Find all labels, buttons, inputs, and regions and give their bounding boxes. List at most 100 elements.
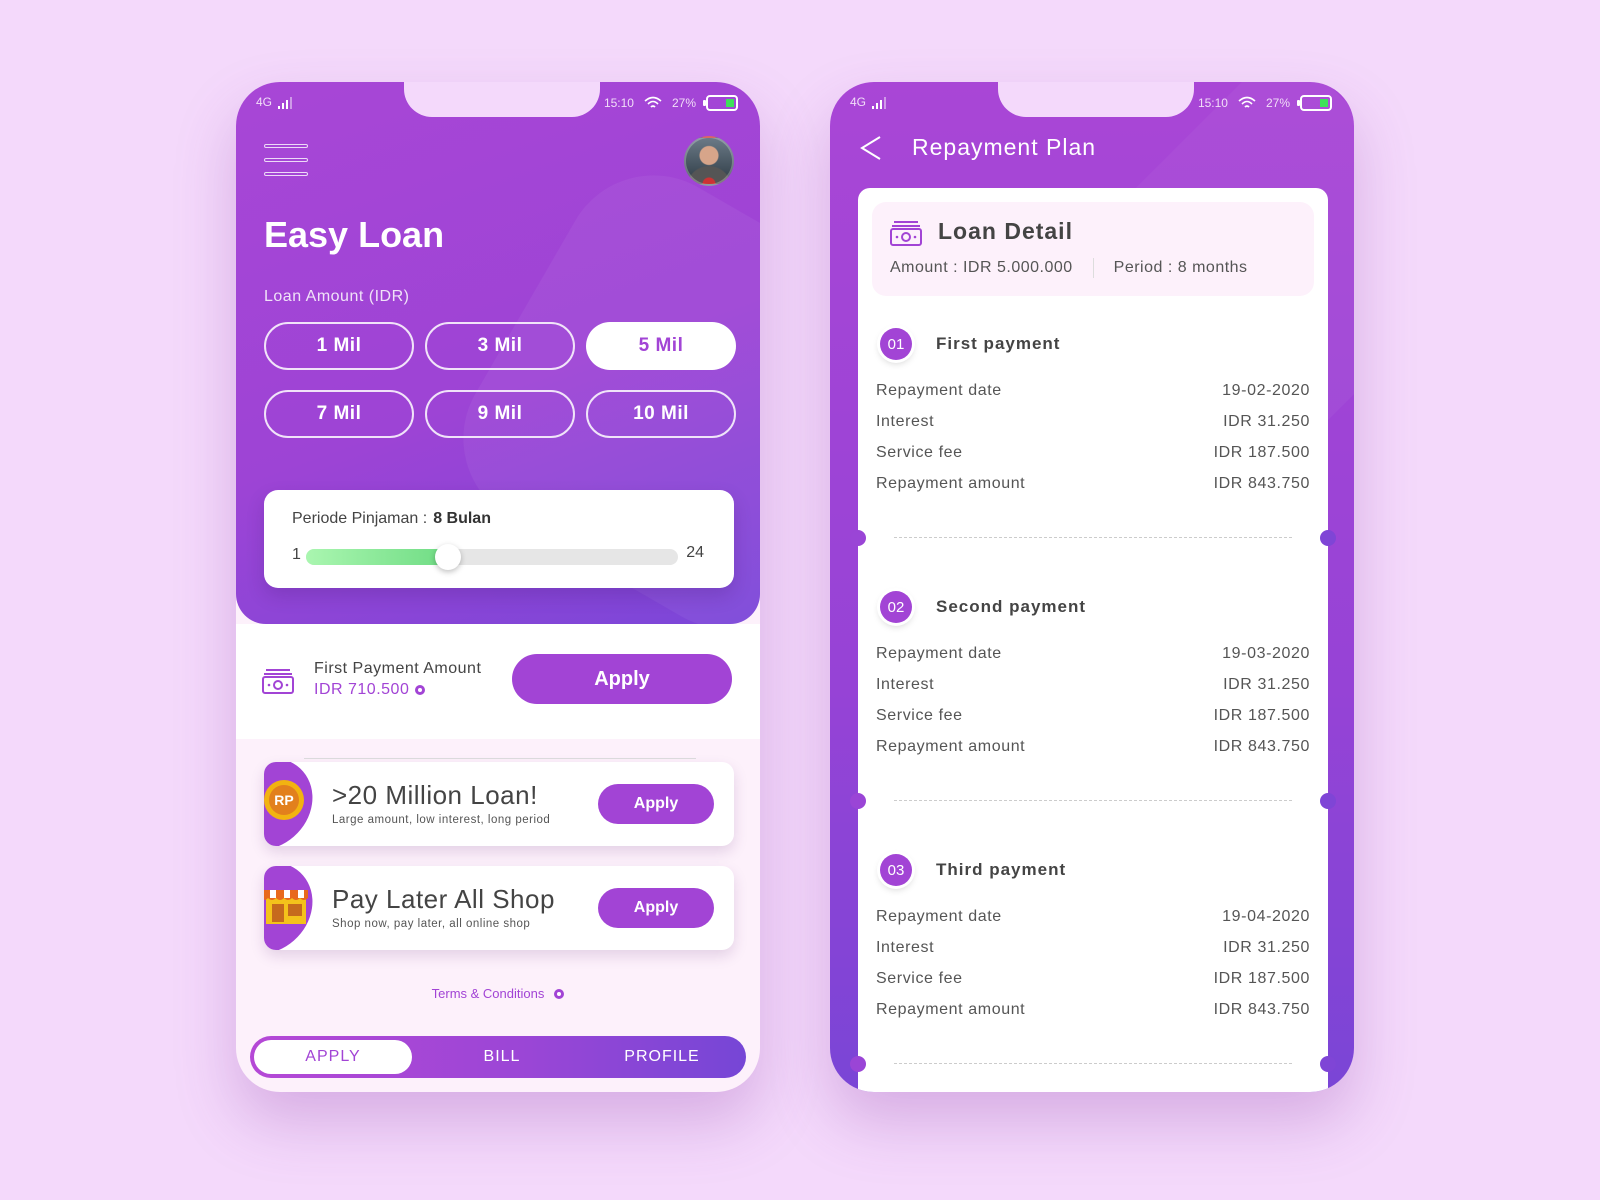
- period-min: 1: [292, 546, 301, 563]
- network-label: 4G: [850, 95, 867, 109]
- payment-row: Repayment date 19-03-2020: [876, 645, 1310, 665]
- payment-item: 03 Third payment Repayment date 19-04-202…: [876, 854, 1310, 1092]
- loan-period-card: Periode Pinjaman : 8 Bulan 1 24: [264, 490, 734, 588]
- row-value: IDR 31.250: [1223, 939, 1310, 956]
- tab-bill[interactable]: BILL: [422, 1040, 582, 1074]
- row-value: 19-04-2020: [1222, 908, 1310, 925]
- loan-amount-label: Loan Amount (IDR): [264, 288, 410, 305]
- first-payment-label: First Payment Amount: [314, 660, 482, 677]
- terms-link[interactable]: Terms & Conditions: [236, 986, 760, 1001]
- loan-amount: Amount : IDR 5.000.000: [890, 259, 1073, 276]
- slider-fill: [306, 549, 448, 565]
- wifi-icon: [1238, 96, 1256, 108]
- battery-icon: [1297, 95, 1332, 111]
- shop-icon: [264, 890, 308, 924]
- battery-icon: [703, 95, 738, 111]
- row-label: Repayment date: [876, 908, 1002, 925]
- period-max: 24: [686, 544, 704, 561]
- row-value: IDR 843.750: [1213, 738, 1310, 755]
- row-label: Service fee: [876, 707, 963, 724]
- amount-option[interactable]: 3 Mil: [425, 322, 575, 370]
- back-arrow-icon[interactable]: [858, 134, 884, 162]
- first-payment-value-row: IDR 710.500: [314, 681, 426, 699]
- amount-option[interactable]: 9 Mil: [425, 390, 575, 438]
- payment-row: Service fee IDR 187.500: [876, 707, 1310, 727]
- network-status: 4G: [850, 95, 887, 109]
- amount-option-selected[interactable]: 5 Mil: [586, 322, 736, 370]
- row-label: Interest: [876, 413, 935, 430]
- clock: 15:10: [1197, 96, 1228, 110]
- payment-row: Interest IDR 31.250: [876, 413, 1310, 433]
- period-slider[interactable]: [306, 544, 678, 570]
- period-value: 8 Bulan: [433, 510, 491, 527]
- payment-row: Repayment amount IDR 843.750: [876, 738, 1310, 758]
- status-right: 15:10 27%: [1198, 95, 1332, 111]
- first-payment-value: IDR 710.500: [314, 681, 410, 698]
- clock: 15:10: [603, 96, 634, 110]
- status-bar: 4G 15:10 27%: [236, 95, 760, 111]
- row-value: IDR 187.500: [1213, 970, 1310, 987]
- network-status: 4G: [256, 95, 293, 109]
- hero-header: Easy Loan Loan Amount (IDR) 1 Mil 3 Mil …: [236, 82, 760, 624]
- info-icon: [554, 988, 565, 999]
- loan-period: Period : 8 months: [1113, 259, 1248, 276]
- payment-row: Repayment amount IDR 843.750: [876, 1001, 1310, 1021]
- promo-title: >20 Million Loan!: [332, 780, 538, 810]
- payment-row: Service fee IDR 187.500: [876, 970, 1310, 990]
- cash-icon: [890, 221, 922, 246]
- page-title: Repayment Plan: [912, 134, 1097, 160]
- promo-card[interactable]: Pay Later All Shop Shop now, pay later, …: [264, 866, 734, 950]
- cash-icon: [262, 669, 294, 694]
- row-label: Repayment date: [876, 645, 1002, 662]
- amount-option[interactable]: 7 Mil: [264, 390, 414, 438]
- row-value: IDR 31.250: [1223, 676, 1310, 693]
- repayment-sheet: Loan Detail Amount : IDR 5.000.000 Perio…: [850, 188, 1336, 1092]
- rp-coin-icon: RP: [264, 780, 304, 820]
- payment-title: First payment: [936, 334, 1061, 353]
- amount-option[interactable]: 10 Mil: [586, 390, 736, 438]
- payment-row: Interest IDR 31.250: [876, 676, 1310, 696]
- avatar[interactable]: [684, 136, 734, 186]
- wifi-icon: [644, 96, 662, 108]
- page-title: Easy Loan: [264, 214, 445, 255]
- promo-subtitle: Shop now, pay later, all online shop: [332, 918, 531, 930]
- row-value: IDR 31.250: [1223, 413, 1310, 430]
- row-label: Service fee: [876, 970, 963, 987]
- row-value: IDR 843.750: [1213, 1001, 1310, 1018]
- payment-row: Repayment amount IDR 843.750: [876, 475, 1310, 495]
- status-right: 15:10 27%: [604, 95, 738, 111]
- battery-percent: 27%: [1265, 96, 1290, 110]
- hamburger-menu-icon[interactable]: [264, 144, 308, 176]
- promo-card[interactable]: RP >20 Million Loan! Large amount, low i…: [264, 762, 734, 846]
- promo-apply-button[interactable]: Apply: [598, 888, 714, 928]
- payment-number: 02: [880, 591, 912, 623]
- tab-profile[interactable]: PROFILE: [582, 1040, 742, 1074]
- slider-thumb[interactable]: [434, 544, 461, 570]
- loan-amount-options: 1 Mil 3 Mil 5 Mil 7 Mil 9 Mil 10 Mil: [264, 322, 736, 438]
- period-label-row: Periode Pinjaman : 8 Bulan: [292, 510, 491, 528]
- loan-detail-summary: Amount : IDR 5.000.000 Period : 8 months: [890, 258, 1248, 278]
- promo-apply-button[interactable]: Apply: [598, 784, 714, 824]
- payment-row: Interest IDR 31.250: [876, 939, 1310, 959]
- amount-option[interactable]: 1 Mil: [264, 322, 414, 370]
- apply-button[interactable]: Apply: [512, 654, 732, 704]
- svg-text:RP: RP: [274, 792, 293, 808]
- info-icon[interactable]: [415, 685, 426, 695]
- row-label: Interest: [876, 939, 935, 956]
- repayment-plan-screen: Repayment Plan Loan Detail Amount : IDR …: [830, 82, 1354, 1092]
- tab-apply[interactable]: APPLY: [254, 1040, 412, 1074]
- payment-title: Third payment: [936, 860, 1067, 879]
- separator: [1092, 258, 1094, 278]
- payment-number: 03: [880, 854, 912, 886]
- row-label: Repayment amount: [876, 738, 1026, 755]
- promo-subtitle: Large amount, low interest, long period: [332, 814, 551, 826]
- divider: [304, 758, 696, 759]
- promo-title: Pay Later All Shop: [332, 884, 555, 914]
- row-value: IDR 187.500: [1213, 707, 1310, 724]
- status-bar: 4G 15:10 27%: [830, 95, 1354, 111]
- loan-detail-card: Loan Detail Amount : IDR 5.000.000 Perio…: [872, 202, 1314, 296]
- row-label: Repayment amount: [876, 475, 1026, 492]
- row-value: 19-03-2020: [1222, 645, 1310, 662]
- battery-percent: 27%: [671, 96, 696, 110]
- bottom-tab-bar: APPLY BILL PROFILE: [250, 1036, 746, 1078]
